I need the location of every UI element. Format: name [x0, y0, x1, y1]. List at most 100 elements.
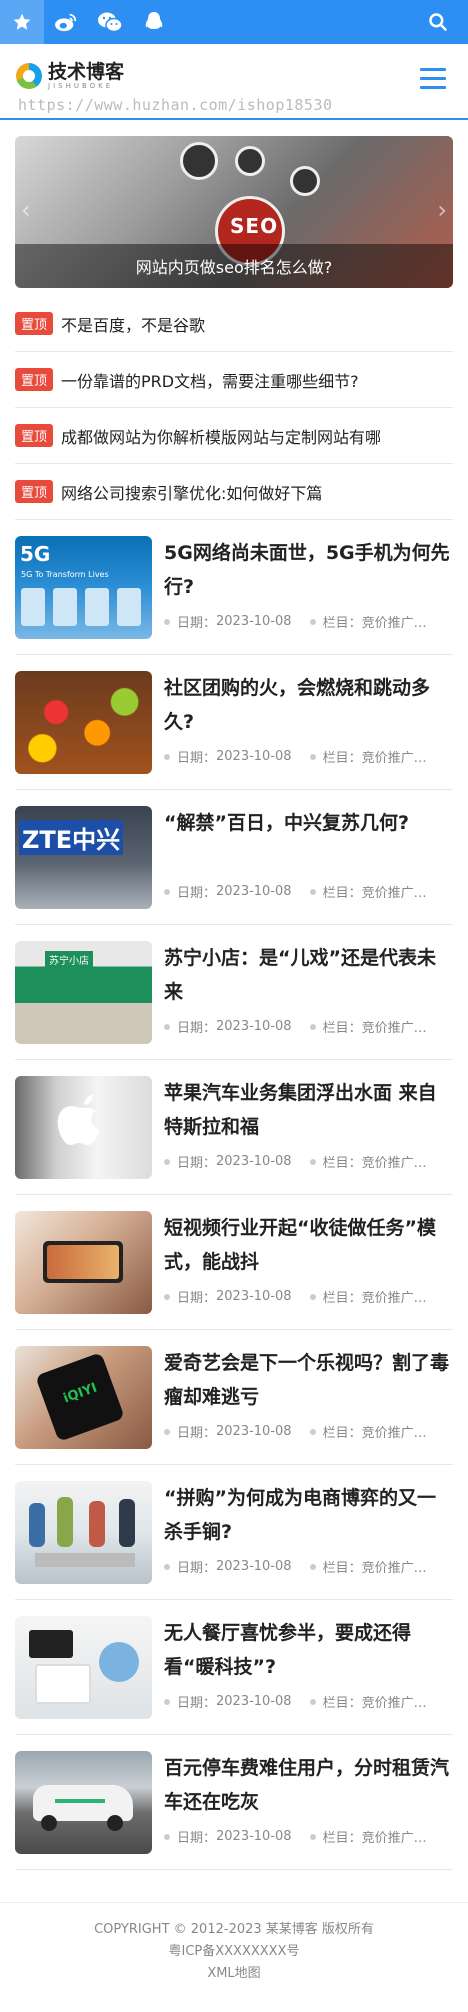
post-category[interactable]: 竞价推广…	[362, 1827, 427, 1846]
next-arrow-icon[interactable]: ›	[437, 196, 447, 224]
category-label: 栏目：	[322, 1021, 362, 1036]
post-meta: 日期： 2023-10-08 栏目： 竞价推广…	[164, 1017, 453, 1036]
pinned-tag: 置顶	[15, 480, 54, 503]
post-item[interactable]: 苏宁小店 苏宁小店：是“儿戏”还是代表未来 日期： 2023-10-08 栏目： 竞价…	[15, 925, 453, 1060]
weibo-icon	[55, 13, 77, 32]
post-meta: 日期： 2023-10-08 栏目： 竞价推广…	[164, 882, 453, 901]
banner-caption[interactable]: 网站内页做seo排名怎么做?	[15, 244, 453, 288]
post-item[interactable]: 短视频行业开起“收徒做任务”模式，能战抖 日期： 2023-10-08 栏目： 竞价推…	[15, 1195, 453, 1330]
post-item[interactable]: 社区团购的火，会燃烧和跳动多久? 日期： 2023-10-08 栏目： 竞价推广…	[15, 655, 453, 790]
thumbnail-text: ZTE中兴	[19, 820, 124, 855]
sitemap-link[interactable]: XML地图	[0, 1963, 468, 1985]
category-label: 栏目：	[322, 1831, 362, 1846]
site-footer: COPYRIGHT © 2012-2023 某某博客 版权所有 粤ICP备XXX…	[0, 1902, 468, 1985]
post-title[interactable]: 百元停车费难住用户，分时租赁汽车还在吃灰	[164, 1751, 453, 1819]
post-title[interactable]: 爱奇艺会是下一个乐视吗？割了毒瘤却难逃亏	[164, 1346, 453, 1414]
post-item[interactable]: iQIYI 爱奇艺会是下一个乐视吗？割了毒瘤却难逃亏 日期： 2023-10-08…	[15, 1330, 453, 1465]
menu-icon-bar	[420, 77, 446, 80]
post-meta: 日期： 2023-10-08 栏目： 竞价推广…	[164, 1827, 453, 1846]
favorite-button[interactable]	[0, 0, 44, 44]
category-dot-icon	[309, 753, 316, 760]
search-button[interactable]	[416, 0, 460, 44]
pinned-title[interactable]: 一份靠谱的PRD文档，需要注重哪些细节?	[61, 368, 359, 392]
pinned-title[interactable]: 不是百度，不是谷歌	[61, 312, 205, 336]
qq-button[interactable]	[132, 0, 176, 44]
magnifier-icon	[180, 142, 218, 180]
post-item[interactable]: 百元停车费难住用户，分时租赁汽车还在吃灰 日期： 2023-10-08 栏目： 竞价推…	[15, 1735, 453, 1870]
post-category[interactable]: 竞价推广…	[362, 882, 427, 901]
post-thumbnail[interactable]	[15, 1481, 152, 1584]
post-thumbnail[interactable]: 苏宁小店	[15, 941, 152, 1044]
post-thumbnail[interactable]	[15, 1751, 152, 1854]
date-label: 日期：	[177, 1831, 217, 1846]
post-meta: 日期： 2023-10-08 栏目： 竞价推广…	[164, 1422, 453, 1441]
post-thumbnail[interactable]: ZTE中兴	[15, 806, 152, 909]
post-category[interactable]: 竞价推广…	[362, 1287, 427, 1306]
post-date: 2023-10-08	[216, 749, 292, 764]
date-dot-icon	[164, 1563, 170, 1570]
list-item[interactable]: 置顶 不是百度，不是谷歌	[15, 296, 453, 352]
post-date: 2023-10-08	[216, 614, 292, 629]
site-header: 技术博客 JISHUBOKE https://www.huzhan.com/is…	[0, 44, 468, 120]
post-category[interactable]: 竞价推广…	[362, 612, 427, 631]
pinned-title[interactable]: 网络公司搜索引擎优化:如何做好下篇	[61, 480, 322, 504]
date-dot-icon	[164, 888, 170, 895]
post-item[interactable]: “拼购”为何成为电商博弈的又一杀手锏? 日期： 2023-10-08 栏目： 竞价推广…	[15, 1465, 453, 1600]
pinned-title[interactable]: 成都做网站为你解析模版网站与定制网站有哪	[61, 424, 381, 448]
category-label: 栏目：	[322, 886, 362, 901]
post-date: 2023-10-08	[216, 1019, 292, 1034]
post-item[interactable]: ZTE中兴 “解禁”百日，中兴复苏几何? 日期： 2023-10-08 栏目： 竞价推…	[15, 790, 453, 925]
post-title[interactable]: “拼购”为何成为电商博弈的又一杀手锏?	[164, 1481, 453, 1549]
weibo-button[interactable]	[44, 0, 88, 44]
post-list: 5G 5G To Transform Lives 5G网络尚未面世，5G手机为何…	[15, 520, 453, 1870]
post-thumbnail[interactable]	[15, 1211, 152, 1314]
category-label: 栏目：	[322, 1561, 362, 1576]
date-dot-icon	[164, 1833, 170, 1840]
post-thumbnail[interactable]	[15, 671, 152, 774]
post-title[interactable]: 苹果汽车业务集团浮出水面 来自特斯拉和福	[164, 1076, 453, 1144]
pinned-list: 置顶 不是百度，不是谷歌 置顶 一份靠谱的PRD文档，需要注重哪些细节? 置顶 成都做…	[15, 296, 453, 520]
date-label: 日期：	[177, 751, 217, 766]
post-title[interactable]: “解禁”百日，中兴复苏几何?	[164, 806, 453, 840]
prev-arrow-icon[interactable]: ‹	[21, 196, 31, 224]
search-icon	[429, 13, 447, 31]
post-thumbnail[interactable]: iQIYI	[15, 1346, 152, 1449]
category-label: 栏目：	[322, 1426, 362, 1441]
thumbnail-text: 苏宁小店	[45, 951, 93, 968]
post-thumbnail[interactable]: 5G 5G To Transform Lives	[15, 536, 152, 639]
post-category[interactable]: 竞价推广…	[362, 1557, 427, 1576]
pinned-tag: 置顶	[15, 312, 54, 335]
category-label: 栏目：	[322, 1291, 362, 1306]
icp-link[interactable]: 粤ICP备XXXXXXXX号	[0, 1941, 468, 1963]
list-item[interactable]: 置顶 成都做网站为你解析模版网站与定制网站有哪	[15, 408, 453, 464]
code-icon	[290, 166, 320, 196]
copyright-text: COPYRIGHT © 2012-2023 某某博客 版权所有	[94, 1922, 374, 1937]
site-logo[interactable]: 技术博客 JISHUBOKE	[16, 62, 124, 90]
post-thumbnail[interactable]	[15, 1076, 152, 1179]
post-meta: 日期： 2023-10-08 栏目： 竞价推广…	[164, 1557, 453, 1576]
post-title[interactable]: 无人餐厅喜忧参半，要成还得看“暖科技”?	[164, 1616, 453, 1684]
post-title[interactable]: 5G网络尚未面世，5G手机为何先行?	[164, 536, 453, 604]
date-label: 日期：	[177, 1156, 217, 1171]
post-item[interactable]: 苹果汽车业务集团浮出水面 来自特斯拉和福 日期： 2023-10-08 栏目： 竞价推…	[15, 1060, 453, 1195]
post-title[interactable]: 短视频行业开起“收徒做任务”模式，能战抖	[164, 1211, 453, 1279]
post-item[interactable]: 5G 5G To Transform Lives 5G网络尚未面世，5G手机为何…	[15, 520, 453, 655]
post-title[interactable]: 社区团购的火，会燃烧和跳动多久?	[164, 671, 453, 739]
banner-slide[interactable]: SEO ‹ › 网站内页做seo排名怎么做?	[15, 136, 453, 288]
wechat-button[interactable]	[88, 0, 132, 44]
post-thumbnail[interactable]	[15, 1616, 152, 1719]
post-category[interactable]: 竞价推广…	[362, 1422, 427, 1441]
post-category[interactable]: 竞价推广…	[362, 747, 427, 766]
menu-button[interactable]	[420, 68, 446, 95]
post-item[interactable]: 无人餐厅喜忧参半，要成还得看“暖科技”? 日期： 2023-10-08 栏目： 竞价推…	[15, 1600, 453, 1735]
category-label: 栏目：	[322, 1696, 362, 1711]
post-date: 2023-10-08	[216, 1694, 292, 1709]
post-category[interactable]: 竞价推广…	[362, 1152, 427, 1171]
post-title[interactable]: 苏宁小店：是“儿戏”还是代表未来	[164, 941, 453, 1009]
post-category[interactable]: 竞价推广…	[362, 1017, 427, 1036]
date-dot-icon	[164, 1698, 170, 1705]
post-category[interactable]: 竞价推广…	[362, 1692, 427, 1711]
pinned-tag: 置顶	[15, 368, 54, 391]
list-item[interactable]: 置顶 一份靠谱的PRD文档，需要注重哪些细节?	[15, 352, 453, 408]
list-item[interactable]: 置顶 网络公司搜索引擎优化:如何做好下篇	[15, 464, 453, 520]
